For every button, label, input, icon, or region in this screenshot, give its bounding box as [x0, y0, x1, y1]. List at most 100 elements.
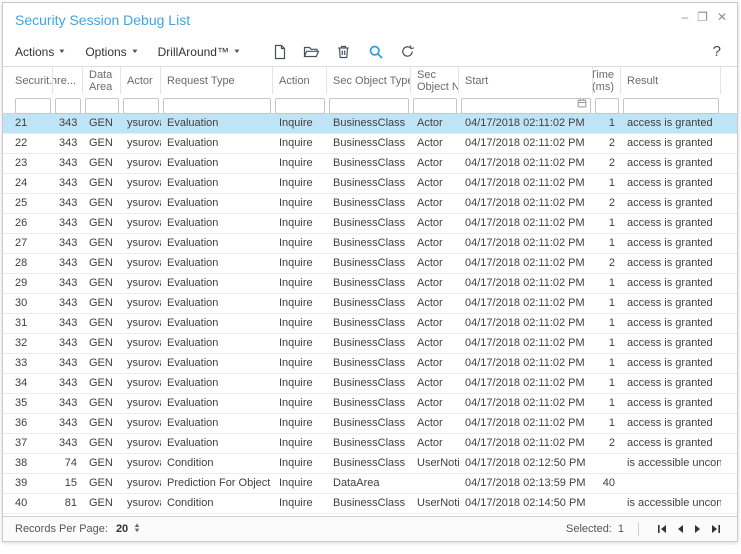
cell-gutter [721, 294, 737, 313]
refresh-icon[interactable] [396, 42, 420, 62]
footer-divider [638, 522, 639, 536]
column-header-data_area[interactable]: Data Area [83, 67, 121, 94]
cell-time_ms: 2 [608, 257, 615, 269]
drillaround-menu[interactable]: DrillAround™ ▼ [158, 45, 242, 59]
cell-thread: 343 [59, 137, 78, 149]
filter-cell-thread [53, 94, 83, 114]
calendar-icon[interactable] [577, 98, 587, 108]
last-page-icon[interactable] [707, 521, 725, 537]
spinner-down-icon[interactable]: ▼ [133, 528, 141, 534]
column-header-sec_object_type[interactable]: Sec Object Type [327, 67, 411, 94]
filter-input-sec_object_name[interactable] [413, 97, 457, 114]
cell-gutter [721, 334, 737, 353]
delete-icon[interactable] [332, 42, 356, 62]
filter-input-request_type[interactable] [163, 97, 271, 114]
cell-sec_object_type: BusinessClass [333, 377, 406, 389]
cell-request_type: Evaluation [167, 197, 219, 209]
cell-result [621, 474, 721, 493]
previous-page-icon[interactable] [671, 521, 689, 537]
table-row[interactable]: 30 343 GEN ysurova Evaluation Inquire Business… [3, 294, 737, 314]
open-folder-icon[interactable] [300, 42, 324, 62]
cell-time_ms: 1 [608, 377, 615, 389]
filter-input-actor[interactable] [123, 97, 159, 114]
cell-actor: ysurova [127, 117, 161, 129]
cell-data_area: GEN [89, 137, 113, 149]
cell-sec_object_name: Actor [417, 417, 443, 429]
cell-request_type: Condition [167, 457, 214, 469]
next-page-icon[interactable] [689, 521, 707, 537]
filter-input-time_ms[interactable] [595, 97, 619, 114]
actions-menu[interactable]: Actions ▼ [15, 45, 67, 59]
column-header-action[interactable]: Action [273, 67, 327, 94]
table-row[interactable]: 28 343 GEN ysurova Evaluation Inquire Business… [3, 254, 737, 274]
column-header-result[interactable]: Result [621, 67, 721, 94]
column-header-time_ms[interactable]: Time (ms) [593, 67, 621, 94]
filter-input-sec_object_type[interactable] [329, 97, 409, 114]
filter-input-thread[interactable] [55, 97, 81, 114]
table-row[interactable]: 37 343 GEN ysurova Evaluation Inquire Business… [3, 434, 737, 454]
filter-input-action[interactable] [275, 97, 325, 114]
cell-result: access is granted [627, 217, 713, 229]
cell-security: 39 [15, 477, 28, 489]
table-row[interactable]: 26 343 GEN ysurova Evaluation Inquire Business… [3, 214, 737, 234]
table-row[interactable]: 21 343 GEN ysurova Evaluation Inquire Business… [3, 114, 737, 134]
table-row[interactable]: 32 343 GEN ysurova Evaluation Inquire Business… [3, 334, 737, 354]
cell-sec_object_type: BusinessClass [333, 297, 406, 309]
table-row[interactable]: 39 15 GEN ysurova Prediction For Object Type… [3, 474, 737, 494]
records-per-page-value[interactable]: 20 [116, 523, 128, 535]
table-row[interactable]: 36 343 GEN ysurova Evaluation Inquire Business… [3, 414, 737, 434]
table-row[interactable]: 35 343 GEN ysurova Evaluation Inquire Business… [3, 394, 737, 414]
close-icon[interactable]: ✕ [717, 10, 727, 24]
cell-sec_object_type: BusinessClass [333, 257, 406, 269]
column-header-thread[interactable]: Thre... [53, 67, 83, 94]
search-icon[interactable] [364, 42, 388, 62]
column-header-start[interactable]: Start [459, 67, 593, 94]
cell-action: Inquire [279, 137, 313, 149]
maximize-icon[interactable]: ❐ [697, 10, 708, 24]
column-header-actor[interactable]: Actor [121, 67, 161, 94]
cell-actor: ysurova [127, 297, 161, 309]
cell-request_type: Evaluation [167, 177, 219, 189]
cell-action: Inquire [279, 277, 313, 289]
table-row[interactable]: 27 343 GEN ysurova Evaluation Inquire Business… [3, 234, 737, 254]
column-header-request_type[interactable]: Request Type [161, 67, 273, 94]
help-button[interactable]: ? [713, 43, 725, 60]
first-page-icon[interactable] [653, 521, 671, 537]
cell-security: 24 [15, 177, 28, 189]
cell-sec_object_type: BusinessClass [333, 397, 406, 409]
cell-security: 38 [15, 457, 28, 469]
cell-actor: ysurova [127, 377, 161, 389]
cell-start: 04/17/2018 02:11:02 PM [465, 157, 585, 169]
filter-input-start[interactable] [461, 97, 591, 114]
table-row[interactable]: 34 343 GEN ysurova Evaluation Inquire Business… [3, 374, 737, 394]
table-row[interactable]: 25 343 GEN ysurova Evaluation Inquire Business… [3, 194, 737, 214]
filter-input-data_area[interactable] [85, 97, 119, 114]
cell-sec_object_name: UserNotif... [417, 457, 459, 469]
grid-header-row: Securit...Thre...Data AreaActorRequest T… [3, 67, 737, 94]
column-header-sec_object_name[interactable]: Sec Object Na... [411, 67, 459, 94]
cell-data_area: GEN [89, 257, 113, 269]
cell-action: Inquire [279, 217, 313, 229]
cell-sec_object_name: Actor [417, 277, 443, 289]
cell-gutter [721, 234, 737, 253]
cell-action: Inquire [279, 177, 313, 189]
table-row[interactable]: 31 343 GEN ysurova Evaluation Inquire Business… [3, 314, 737, 334]
table-row[interactable]: 24 343 GEN ysurova Evaluation Inquire Business… [3, 174, 737, 194]
filter-input-result[interactable] [623, 97, 719, 114]
options-menu[interactable]: Options ▼ [85, 45, 139, 59]
table-row[interactable]: 33 343 GEN ysurova Evaluation Inquire Business… [3, 354, 737, 374]
cell-gutter [721, 494, 737, 513]
table-row[interactable]: 23 343 GEN ysurova Evaluation Inquire Business… [3, 154, 737, 174]
table-row[interactable]: 29 343 GEN ysurova Evaluation Inquire Business… [3, 274, 737, 294]
cell-sec_object_name: Actor [417, 157, 443, 169]
cell-sec_object_type: BusinessClass [333, 137, 406, 149]
table-row[interactable]: 22 343 GEN ysurova Evaluation Inquire Business… [3, 134, 737, 154]
new-document-icon[interactable] [268, 42, 292, 62]
table-row[interactable]: 38 74 GEN ysurova Condition Inquire BusinessCl… [3, 454, 737, 474]
minimize-icon[interactable]: – [681, 10, 688, 24]
column-header-security[interactable]: Securit... [3, 67, 53, 94]
table-row[interactable]: 40 81 GEN ysurova Condition Inquire BusinessCl… [3, 494, 737, 514]
records-per-page-stepper[interactable]: ▲ ▼ [133, 523, 141, 534]
cell-gutter [721, 394, 737, 413]
filter-input-security[interactable] [15, 97, 51, 114]
